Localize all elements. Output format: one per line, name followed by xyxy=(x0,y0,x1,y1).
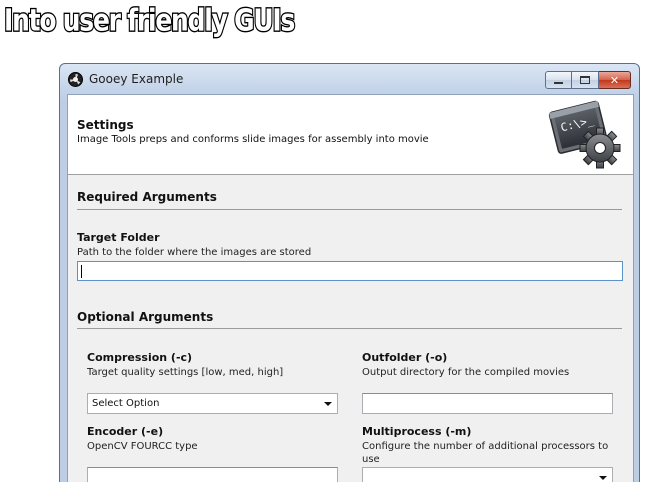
target-folder-label: Target Folder xyxy=(77,231,160,244)
multiprocess-help: Configure the number of additional proce… xyxy=(362,441,609,465)
maximize-button[interactable] xyxy=(572,71,599,89)
outfolder-help: Output directory for the compiled movies xyxy=(362,367,570,378)
maximize-icon xyxy=(580,76,590,84)
close-icon: ✕ xyxy=(609,73,620,87)
target-folder-input[interactable] xyxy=(77,261,623,281)
chevron-down-icon xyxy=(324,402,332,406)
target-folder-help: Path to the folder where the images are … xyxy=(77,247,312,258)
encoder-label: Encoder (-e) xyxy=(87,425,164,438)
banner-caption: Into user friendly GUIs xyxy=(3,1,297,39)
multiprocess-label: Multiprocess (-m) xyxy=(362,425,472,438)
compression-selected-value: Select Option xyxy=(92,398,160,409)
compression-help: Target quality settings [low, med, high] xyxy=(87,367,284,378)
compression-label: Compression (-c) xyxy=(87,351,193,364)
outfolder-input[interactable] xyxy=(362,393,613,414)
optional-arguments-title: Optional Arguments xyxy=(77,310,214,324)
console-gear-icon: C:\>_ xyxy=(548,100,621,169)
window-controls: ✕ xyxy=(545,71,631,89)
required-section-divider xyxy=(77,209,622,210)
app-icon xyxy=(68,72,83,87)
close-button[interactable]: ✕ xyxy=(599,71,631,89)
required-arguments-title: Required Arguments xyxy=(77,190,217,204)
optional-section-divider xyxy=(77,328,622,329)
text-caret xyxy=(81,265,82,278)
app-window: Gooey Example ✕ Settings Image Tools pre… xyxy=(59,63,640,482)
title-bar[interactable]: Gooey Example ✕ xyxy=(60,64,639,94)
encoder-input[interactable] xyxy=(87,467,338,482)
chevron-down-icon xyxy=(599,476,607,480)
settings-header: Settings Image Tools preps and conforms … xyxy=(68,95,633,175)
encoder-help: OpenCV FOURCC type xyxy=(87,441,198,452)
window-title: Gooey Example xyxy=(89,72,184,86)
compression-select[interactable]: Select Option xyxy=(87,393,338,414)
window-client-area: Settings Image Tools preps and conforms … xyxy=(67,94,634,482)
minimize-icon xyxy=(554,82,563,84)
multiprocess-select[interactable] xyxy=(362,467,613,482)
minimize-button[interactable] xyxy=(545,71,572,89)
outfolder-label: Outfolder (-o) xyxy=(362,351,448,364)
header-title: Settings xyxy=(77,118,134,132)
header-description: Image Tools preps and conforms slide ima… xyxy=(77,134,429,145)
